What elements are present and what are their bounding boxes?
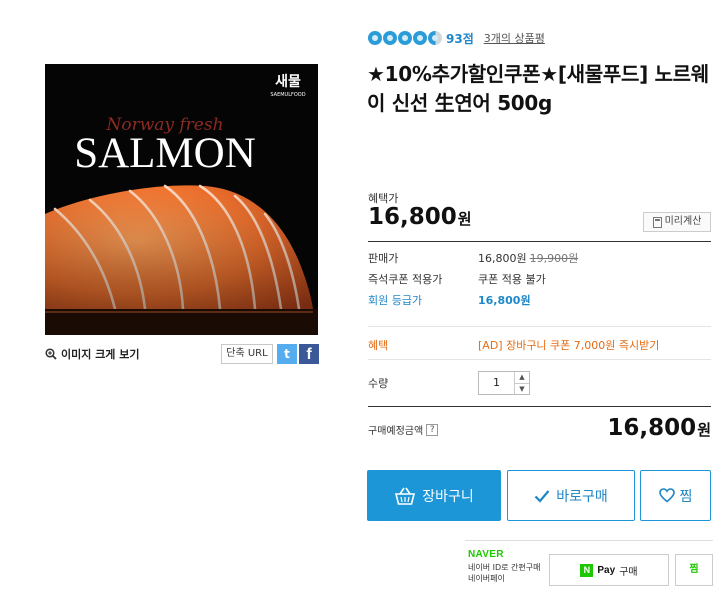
naver-wish-button[interactable]: 찜 — [675, 554, 713, 586]
total-label: 구매예정금액 ? — [368, 422, 439, 437]
sale-price: 16,800원 — [478, 252, 527, 265]
salmon-headline: SALMON — [74, 130, 256, 177]
naver-pay-box: NAVER 네이버 ID로 간편구매 네이버페이 N Pay 구매 찜 — [465, 540, 713, 593]
rating-score: 93점 — [446, 31, 474, 46]
wishlist-label: 찜 — [679, 488, 693, 505]
divider — [368, 406, 711, 407]
wishlist-button[interactable]: 찜 — [640, 470, 711, 521]
calculator-icon — [652, 216, 662, 228]
quantity-down-icon[interactable]: ▼ — [515, 383, 529, 395]
total-label-text: 구매예정금액 — [368, 426, 424, 437]
help-icon[interactable]: ? — [426, 423, 439, 436]
total-price: 16,800원 — [607, 415, 711, 441]
preview-calc-label: 미리계산 — [664, 216, 702, 227]
preview-calc-button[interactable]: 미리계산 — [643, 212, 711, 232]
divider — [368, 326, 711, 327]
image-tools: 이미지 크게 보기 단축 URL t f — [45, 344, 319, 366]
cart-coupon-link[interactable]: [AD] 장바구니 쿠폰 7,000원 즉시받기 — [478, 337, 659, 353]
naver-pay-buy-label: 구매 — [619, 566, 638, 578]
star-icon — [368, 31, 382, 45]
naver-pay-word: Pay — [597, 564, 616, 576]
member-price-label[interactable]: 회원 등급가 — [368, 292, 422, 308]
quantity-up-icon[interactable]: ▲ — [515, 372, 529, 383]
benefit-price-unit: 원 — [457, 210, 472, 228]
sale-price-value: 16,800원 19,900원 — [478, 250, 578, 266]
basket-icon — [395, 487, 416, 505]
quantity-stepper[interactable]: 1 ▲ ▼ — [478, 371, 530, 395]
star-icon — [413, 31, 427, 45]
short-url-button[interactable]: 단축 URL — [221, 344, 273, 364]
brand-logo-korean: 새물 — [275, 74, 301, 90]
naver-n-icon: N — [580, 563, 594, 577]
naver-logo: NAVER — [468, 549, 504, 560]
product-title: ★10%추가할인쿠폰★[새물푸드] 노르웨이 신선 生연어 500g — [367, 62, 709, 115]
half-star-icon — [428, 31, 442, 45]
twitter-icon[interactable]: t — [277, 344, 297, 364]
benefit-price-amount: 16,800 — [368, 204, 457, 230]
benefit-price: 16,800원 — [368, 204, 472, 230]
member-price-value: 16,800원 — [478, 294, 531, 307]
divider — [368, 359, 711, 360]
brand-logo-english: SAEMULFOOD — [270, 92, 305, 98]
heart-icon — [658, 488, 675, 503]
quantity-label: 수량 — [368, 377, 389, 390]
naver-pay-buy-button[interactable]: N Pay 구매 — [549, 554, 669, 586]
add-to-cart-button[interactable]: 장바구니 — [367, 470, 501, 521]
total-price-unit: 원 — [697, 421, 711, 439]
add-to-cart-label: 장바구니 — [422, 488, 474, 505]
star-icon — [383, 31, 397, 45]
review-count-link[interactable]: 3개의 상품평 — [484, 30, 545, 46]
zoom-icon — [45, 348, 57, 360]
zoom-image-label: 이미지 크게 보기 — [61, 348, 140, 361]
naver-pay-description: 네이버 ID로 간편구매 네이버페이 — [468, 563, 541, 583]
divider — [368, 241, 711, 242]
original-price: 19,900원 — [529, 252, 579, 265]
buy-now-button[interactable]: 바로구매 — [507, 470, 635, 521]
star-icon — [398, 31, 412, 45]
salmon-photo: Norway fresh SALMON 새물 SAEMULFOOD — [45, 64, 318, 335]
benefit-label: 혜택 — [368, 339, 389, 352]
sale-price-label: 판매가 — [368, 252, 399, 265]
facebook-icon[interactable]: f — [299, 344, 319, 364]
coupon-price-label: 즉석쿠폰 적용가 — [368, 273, 443, 286]
rating-stars — [368, 31, 442, 45]
quantity-input[interactable]: 1 — [479, 372, 515, 394]
rating: 93점 3개의 상품평 — [368, 30, 545, 46]
total-price-amount: 16,800 — [607, 415, 697, 441]
product-image[interactable]: Norway fresh SALMON 새물 SAEMULFOOD — [45, 64, 318, 335]
coupon-price-value: 쿠폰 적용 불가 — [478, 273, 546, 286]
check-icon — [534, 489, 550, 503]
buy-now-label: 바로구매 — [556, 488, 608, 505]
zoom-image-link[interactable]: 이미지 크게 보기 — [45, 346, 140, 362]
